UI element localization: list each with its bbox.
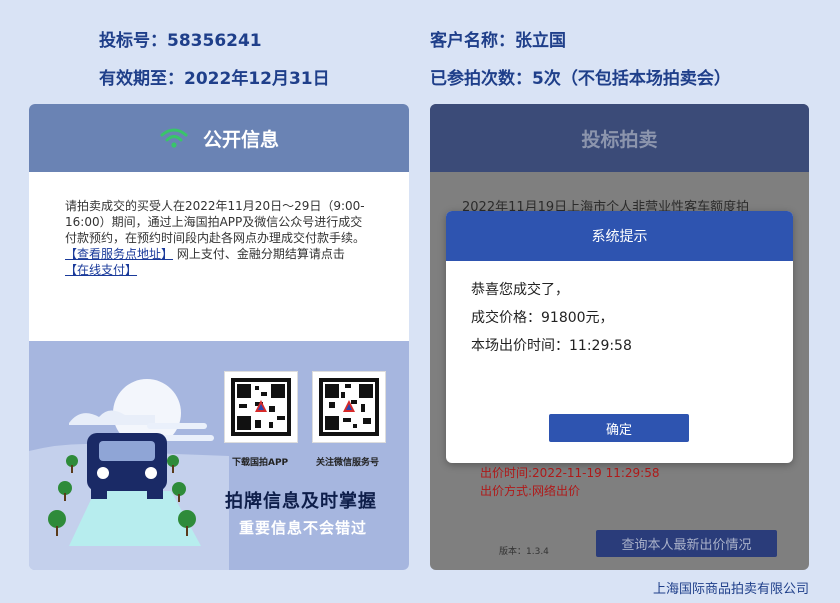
attended-count: 已参拍次数：5次（不包括本场拍卖会） [430, 69, 731, 89]
public-info-header: 公开信息 [29, 104, 409, 172]
wechat-qr-label: 关注微信服务号 [316, 458, 380, 468]
public-info-text: 请拍卖成交的买受人在2022年11月20日～29日（9:00-16:00）期间，… [65, 199, 366, 245]
online-pay-link[interactable]: 【在线支付】 [65, 263, 137, 277]
system-prompt-dialog: 系统提示 恭喜您成交了， 成交价格：91800元， 本场出价时间：11:29:5… [446, 211, 793, 463]
bid-number: 投标号：58356241 [99, 31, 262, 51]
auction-header: 投标拍卖 [430, 104, 809, 172]
bid-method: 出价方式:网络出价 [480, 484, 581, 498]
dialog-line-price: 成交价格：91800元， [471, 310, 614, 326]
public-info-body: 请拍卖成交的买受人在2022年11月20日～29日（9:00-16:00）期间，… [29, 172, 409, 342]
customer-name: 客户名称：张立国 [430, 31, 566, 51]
slogan-main: 拍牌信息及时掌握 [225, 491, 377, 512]
app-qr-label: 下载国拍APP [232, 458, 289, 468]
auction-title: 投标拍卖 [581, 128, 658, 151]
slogan-sub: 重要信息不会错过 [239, 519, 368, 537]
company-name: 上海国际商品拍卖有限公司 [652, 582, 809, 597]
valid-until: 有效期至：2022年12月31日 [99, 69, 330, 89]
dialog-line-time: 本场出价时间：11:29:58 [471, 338, 632, 354]
bid-time: 出价时间:2022-11-19 11:29:58 [480, 466, 660, 480]
public-info-title: 公开信息 [202, 128, 279, 151]
wechat-qr-code [312, 371, 386, 443]
dialog-line-congrats: 恭喜您成交了， [471, 282, 569, 298]
app-banner: 下载国拍APP 关注微信服务号 拍牌信息及时掌握 重要信息不会错过 [29, 341, 409, 570]
car-illustration [29, 379, 229, 570]
query-latest-bid-button[interactable]: 查询本人最新出价情况 [596, 530, 777, 557]
dialog-body: 恭喜您成交了， 成交价格：91800元， 本场出价时间：11:29:58 [446, 261, 793, 360]
payment-hint: 网上支付、金融分期结算请点击 [173, 247, 345, 261]
app-qr-code [224, 371, 298, 443]
version-text: 版本：1.3.4 [499, 547, 549, 557]
public-info-card: 公开信息 请拍卖成交的买受人在2022年11月20日～29日（9:00-16:0… [29, 104, 409, 570]
confirm-button[interactable]: 确定 [549, 414, 689, 442]
wifi-icon [160, 128, 188, 148]
dialog-title: 系统提示 [446, 211, 793, 261]
service-address-link[interactable]: 【查看服务点地址】 [65, 247, 173, 261]
